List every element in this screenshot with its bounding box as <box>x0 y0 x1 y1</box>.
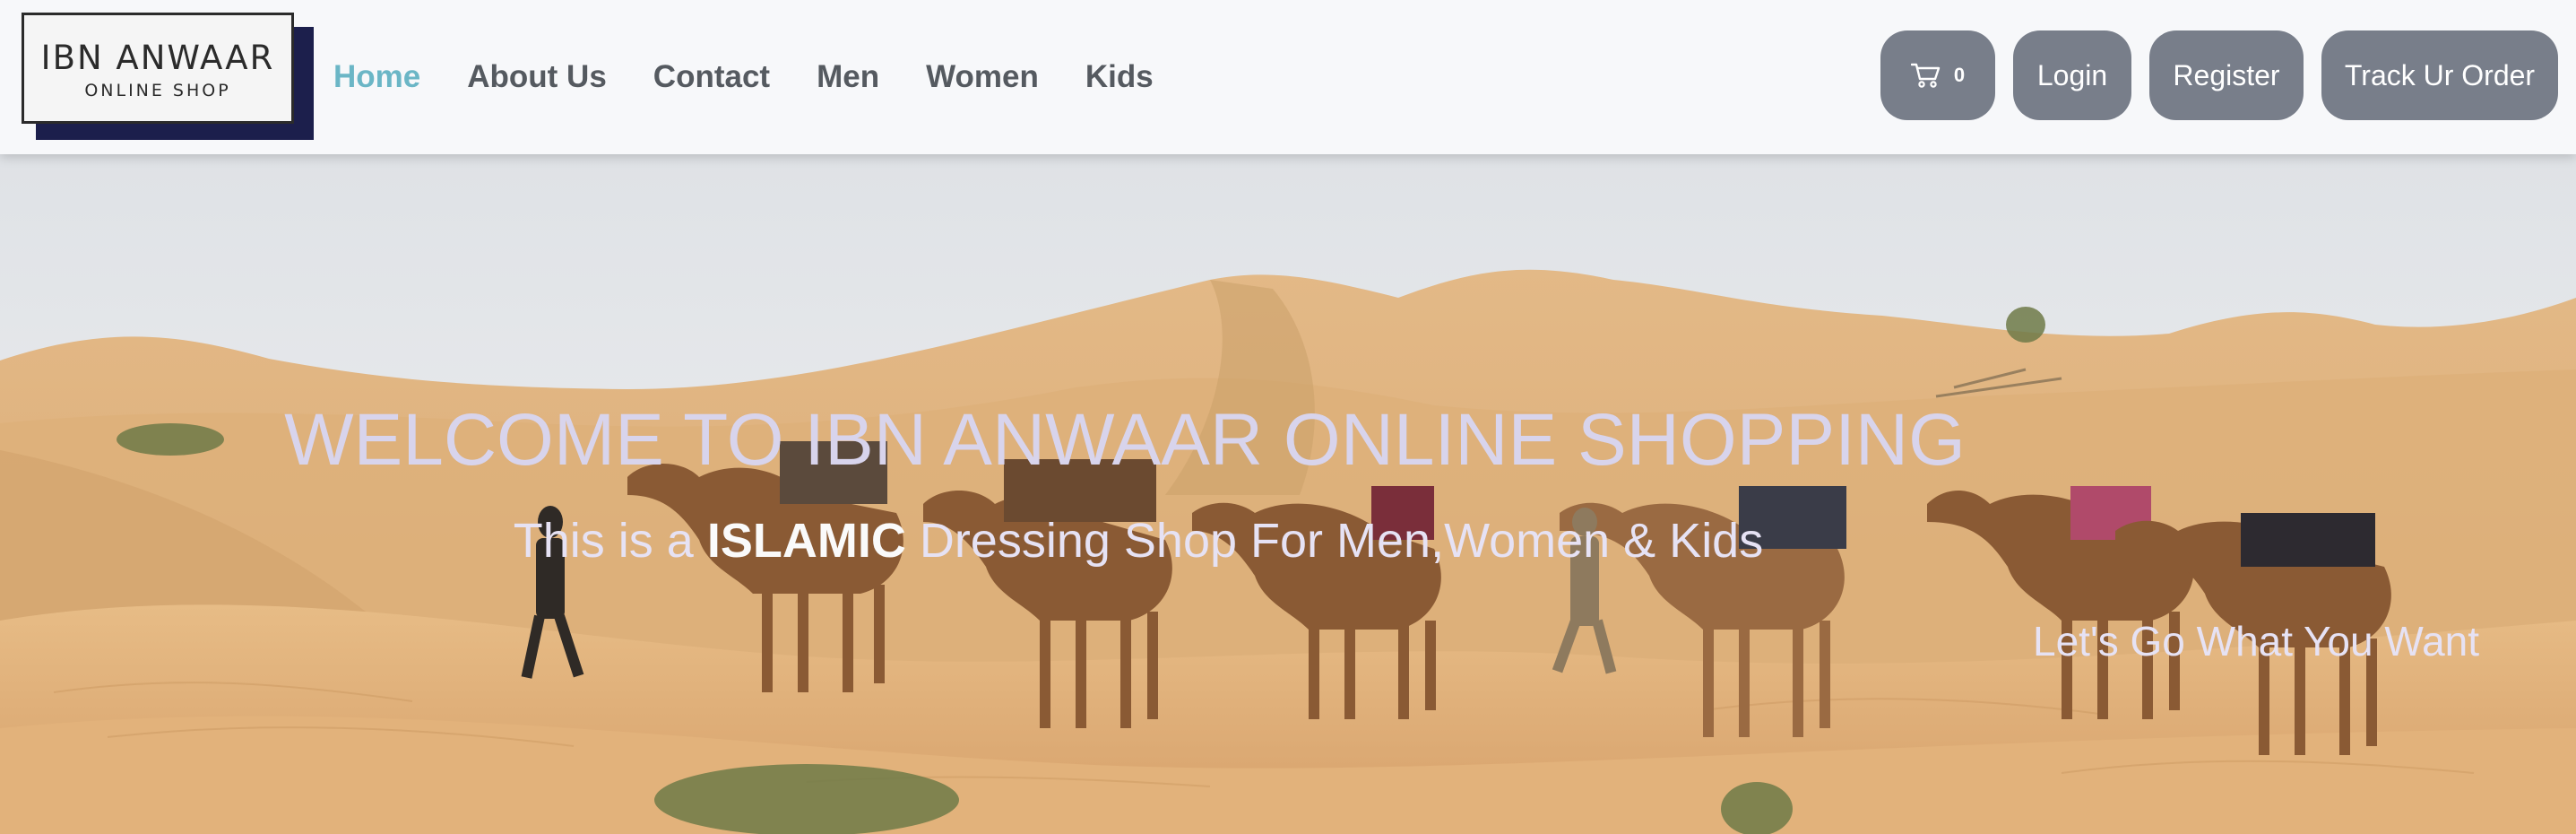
logo-title: IBN ANWAAR <box>40 39 275 77</box>
logo-subtitle: ONLINE SHOP <box>84 81 231 100</box>
hero-banner: WELCOME TO IBN ANWAAR ONLINE SHOPPING Th… <box>0 154 2576 834</box>
hero-subtitle-post: Dressing Shop For Men,Women & Kids <box>905 514 1764 568</box>
register-button[interactable]: Register <box>2149 30 2304 120</box>
nav-link-women[interactable]: Women <box>926 59 1039 95</box>
track-order-button[interactable]: Track Ur Order <box>2321 30 2558 120</box>
logo-box: IBN ANWAAR ONLINE SHOP <box>22 13 294 124</box>
hero-subtitle-bold: ISLAMIC <box>706 514 906 568</box>
logo[interactable]: IBN ANWAAR ONLINE SHOP <box>22 13 316 143</box>
header-actions: 0 Login Register Track Ur Order <box>1863 30 2558 120</box>
hero-subtitle-pre: This is a <box>513 514 707 568</box>
cart-button[interactable]: 0 <box>1880 30 1995 120</box>
main-nav: Home About Us Contact Men Women Kids <box>333 0 1200 154</box>
hero-title: WELCOME TO IBN ANWAAR ONLINE SHOPPING <box>284 399 1966 481</box>
hero-background-image <box>0 154 2576 834</box>
hero-subtitle: This is a ISLAMIC Dressing Shop For Men,… <box>0 513 2277 569</box>
navbar: IBN ANWAAR ONLINE SHOP Home About Us Con… <box>0 0 2576 154</box>
nav-link-home[interactable]: Home <box>333 59 420 95</box>
cart-icon <box>1910 63 1941 88</box>
nav-link-kids[interactable]: Kids <box>1085 59 1154 95</box>
nav-link-contact[interactable]: Contact <box>653 59 770 95</box>
cart-count: 0 <box>1953 64 1966 86</box>
nav-link-about-us[interactable]: About Us <box>467 59 607 95</box>
nav-link-men[interactable]: Men <box>817 59 879 95</box>
login-button[interactable]: Login <box>2013 30 2131 120</box>
hero-tagline: Let's Go What You Want <box>2033 618 2480 665</box>
